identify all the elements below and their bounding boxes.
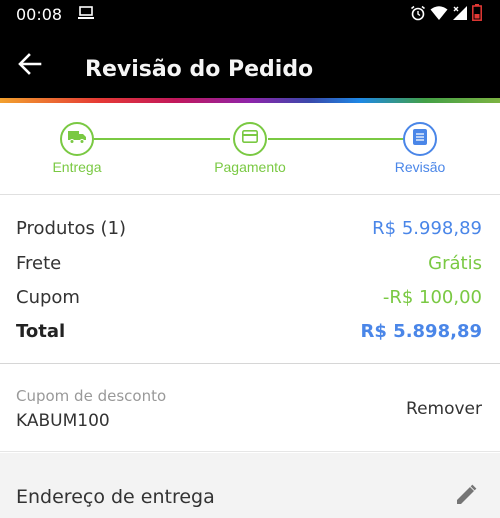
status-time: 00:08 [16,5,63,24]
status-icons [410,4,482,26]
step-pagamento[interactable] [233,122,267,156]
shipping-row: Frete Grátis [16,249,482,277]
shipping-value: Grátis [428,252,482,274]
step-label-pagamento: Pagamento [214,159,286,175]
status-bar: 00:08 [0,0,500,28]
list-icon [413,128,427,150]
checkout-stepper: Entrega Pagamento Revisão [0,103,500,195]
card-icon [242,130,258,148]
pencil-edit-icon[interactable] [454,483,478,507]
remove-coupon-button[interactable]: Remover [406,399,482,419]
coupon-code: KABUM100 [16,411,110,431]
step-entrega[interactable] [60,122,94,156]
total-value: R$ 5.898,89 [360,320,482,342]
total-row: Total R$ 5.898,89 [16,317,482,345]
coupon-row: Cupom -R$ 100,00 [16,283,482,311]
laptop-icon [78,6,94,25]
step-label-entrega: Entrega [52,159,102,175]
shipping-label: Frete [16,252,62,274]
coupon-row-label: Cupom [16,286,80,308]
battery-icon [472,4,482,26]
signal-icon [452,5,468,26]
wifi-icon [430,5,448,26]
page-title: Revisão do Pedido [85,57,314,82]
step-revisao[interactable] [403,122,437,156]
coupon-section: Cupom de desconto KABUM100 Remover [0,365,500,452]
order-summary: Produtos (1) R$ 5.998,89 Frete Grátis Cu… [0,196,500,364]
alarm-icon [410,5,426,26]
products-row: Produtos (1) R$ 5.998,89 [16,214,482,242]
products-label: Produtos (1) [16,217,127,239]
step-connector [94,138,230,140]
coupon-label: Cupom de desconto [16,387,167,405]
products-value: R$ 5.998,89 [372,217,482,239]
shipping-address-section: Endereço de entrega [0,453,500,518]
back-arrow-icon[interactable] [16,50,44,78]
total-label: Total [16,320,66,342]
app-bar: Revisão do Pedido [0,28,500,98]
coupon-row-value: -R$ 100,00 [382,286,482,308]
step-label-revisao: Revisão [394,159,446,175]
address-title: Endereço de entrega [16,486,215,508]
truck-icon [68,130,86,149]
step-connector [268,138,404,140]
